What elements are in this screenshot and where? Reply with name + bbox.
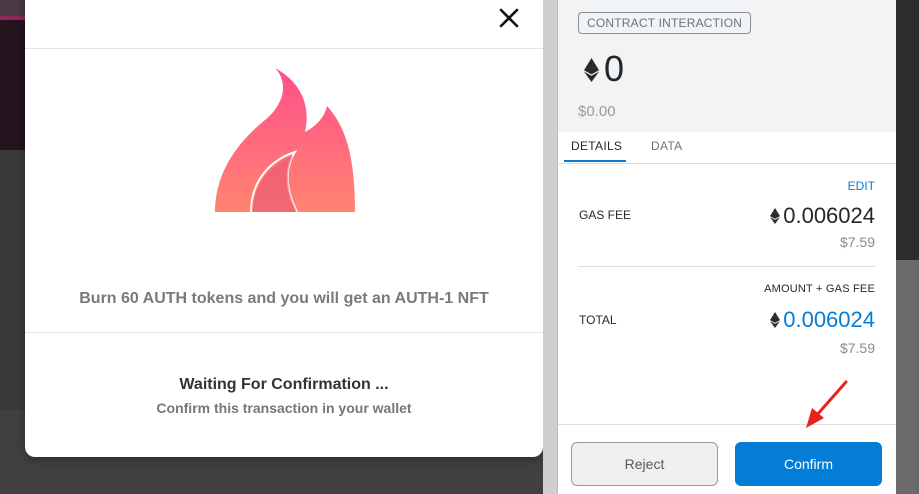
- contract-interaction-badge: CONTRACT INTERACTION: [578, 12, 752, 34]
- total-fiat: $7.59: [839, 340, 875, 356]
- reject-button[interactable]: Reject: [571, 442, 718, 486]
- eth-icon: [770, 208, 781, 224]
- gas-fee-value: 0.006024: [770, 203, 875, 229]
- confirm-button[interactable]: Confirm: [735, 442, 882, 486]
- transaction-amount: 0: [604, 48, 625, 89]
- gas-fee-amount: 0.006024: [783, 203, 875, 228]
- total-amount: 0.006024: [783, 307, 875, 332]
- tab-data[interactable]: DATA: [651, 139, 682, 153]
- eth-icon: [770, 312, 781, 328]
- gas-fee-fiat: $7.59: [839, 234, 875, 250]
- flame-icon: [215, 68, 355, 212]
- burn-modal: Burn 60 AUTH tokens and you will get an …: [25, 0, 543, 457]
- backdrop-right-edge-lower: [895, 260, 919, 494]
- total-value: 0.006024: [770, 307, 875, 333]
- fee-divider: [578, 266, 875, 267]
- burn-description: Burn 60 AUTH tokens and you will get an …: [79, 290, 489, 307]
- active-tab-indicator: [564, 160, 626, 162]
- modal-body-divider: [25, 332, 543, 333]
- wallet-tabs: DETAILS DATA: [558, 132, 896, 164]
- waiting-subtitle: Confirm this transaction in your wallet: [156, 400, 412, 416]
- close-icon[interactable]: [497, 6, 521, 30]
- waiting-title: Waiting For Confirmation ...: [179, 376, 389, 393]
- wallet-summary-header: CONTRACT INTERACTION 0 $0.00: [558, 0, 896, 132]
- total-label: TOTAL: [579, 313, 617, 327]
- backdrop-accent-line: [0, 16, 25, 20]
- modal-header-divider: [25, 48, 543, 49]
- transaction-amount-fiat: $0.00: [578, 103, 616, 120]
- tab-details[interactable]: DETAILS: [571, 139, 622, 153]
- eth-icon: [584, 58, 599, 82]
- wallet-window-frame: [543, 0, 557, 494]
- gas-fee-label: GAS FEE: [579, 208, 632, 222]
- edit-gas-link[interactable]: EDIT: [848, 179, 875, 193]
- annotation-arrow-icon: [806, 380, 848, 428]
- amount-plus-gas-label: AMOUNT + GAS FEE: [764, 283, 875, 295]
